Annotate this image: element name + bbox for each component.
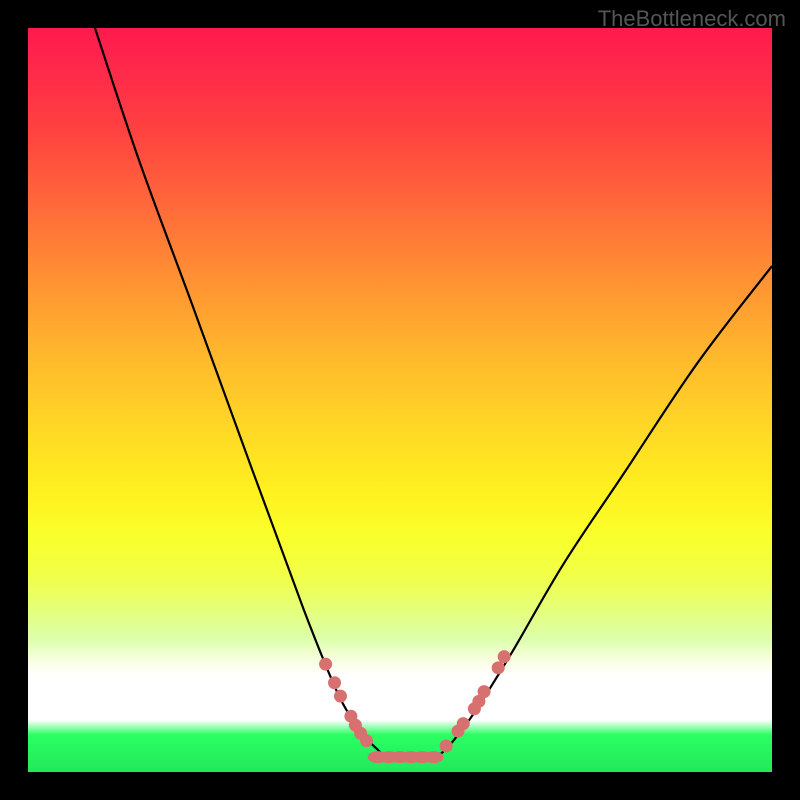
chart-overlay-svg [28,28,772,772]
data-point [492,661,505,674]
right-curve-path [437,266,772,757]
watermark-text: TheBottleneck.com [598,6,786,32]
data-point [478,685,491,698]
data-point [423,751,443,763]
left-curve-path [95,28,385,757]
data-points-group [319,650,511,763]
data-point [319,658,332,671]
data-point [498,650,511,663]
data-point [328,676,341,689]
data-point [334,690,347,703]
data-point [360,734,373,747]
data-point [457,717,470,730]
data-point [440,739,453,752]
